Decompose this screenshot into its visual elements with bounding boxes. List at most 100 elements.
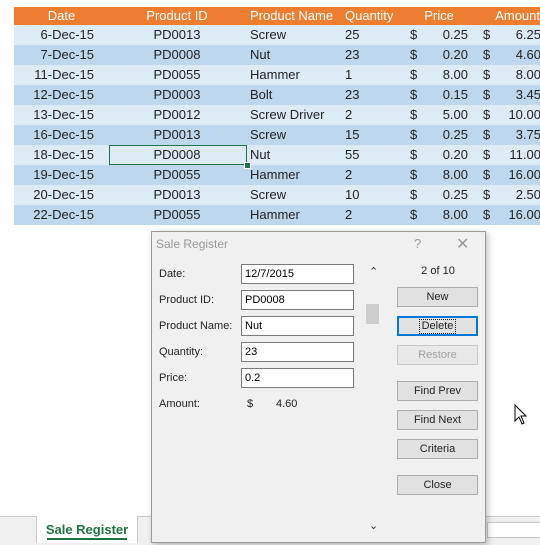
cell-date[interactable]: 12-Dec-15 (14, 85, 94, 105)
cell-amount-currency[interactable]: $ (483, 105, 490, 125)
cell-date[interactable]: 19-Dec-15 (14, 165, 94, 185)
header-product-id[interactable]: Product ID (112, 7, 242, 25)
scroll-up-icon[interactable]: ⌃ (369, 265, 378, 278)
record-scrollbar[interactable]: ⌃ ⌄ (364, 265, 382, 537)
cell-product-id[interactable]: PD0012 (112, 105, 242, 125)
cell-amount[interactable]: 8.00 (491, 65, 540, 85)
cell-price-currency[interactable]: $ (410, 65, 417, 85)
cell-amount-currency[interactable]: $ (483, 125, 490, 145)
cell-product-id[interactable]: PD0013 (112, 125, 242, 145)
sheet-tab-sale-register[interactable]: Sale Register (36, 516, 138, 543)
cell-product-name[interactable]: Bolt (250, 85, 272, 105)
cell-amount-currency[interactable]: $ (483, 165, 490, 185)
active-cell-selection[interactable] (109, 145, 247, 165)
date-field[interactable] (241, 264, 354, 284)
product-id-field[interactable] (241, 290, 354, 310)
cell-quantity[interactable]: 15 (345, 125, 359, 145)
cell-amount[interactable]: 11.00 (491, 145, 540, 165)
cell-product-name[interactable]: Hammer (250, 165, 300, 185)
cell-amount[interactable]: 3.75 (491, 125, 540, 145)
cell-product-id[interactable]: PD0013 (112, 185, 242, 205)
cell-product-name[interactable]: Nut (250, 45, 270, 65)
cell-product-id[interactable]: PD0013 (112, 25, 242, 45)
cell-quantity[interactable]: 23 (345, 45, 359, 65)
quantity-field[interactable] (241, 342, 354, 362)
cell-price[interactable]: 0.20 (418, 145, 468, 165)
cell-amount-currency[interactable]: $ (483, 45, 490, 65)
fill-handle[interactable] (244, 162, 251, 169)
cell-quantity[interactable]: 10 (345, 185, 359, 205)
cell-amount[interactable]: 2.50 (491, 185, 540, 205)
cell-product-name[interactable]: Hammer (250, 65, 300, 85)
header-product-name[interactable]: Product Name (250, 7, 333, 25)
cell-price[interactable]: 0.25 (418, 25, 468, 45)
cell-amount-currency[interactable]: $ (483, 145, 490, 165)
header-price[interactable]: Price (410, 7, 468, 25)
cell-amount-currency[interactable]: $ (483, 205, 490, 225)
cell-product-name[interactable]: Screw Driver (250, 105, 324, 125)
cell-product-id[interactable]: PD0055 (112, 65, 242, 85)
product-name-field[interactable] (241, 316, 354, 336)
cell-product-name[interactable]: Screw (250, 125, 286, 145)
find-prev-button[interactable]: Find Prev (397, 381, 478, 401)
header-date[interactable]: Date (14, 7, 109, 25)
cell-price-currency[interactable]: $ (410, 145, 417, 165)
cell-product-name[interactable]: Screw (250, 185, 286, 205)
restore-button[interactable]: Restore (397, 345, 478, 365)
cell-product-name[interactable]: Hammer (250, 205, 300, 225)
cell-price[interactable]: 8.00 (418, 65, 468, 85)
cell-date[interactable]: 20-Dec-15 (14, 185, 94, 205)
cell-price[interactable]: 0.25 (418, 125, 468, 145)
header-quantity[interactable]: Quantity (345, 7, 393, 25)
cell-date[interactable]: 13-Dec-15 (14, 105, 94, 125)
cell-date[interactable]: 11-Dec-15 (14, 65, 94, 85)
cell-price-currency[interactable]: $ (410, 185, 417, 205)
cell-price[interactable]: 8.00 (418, 205, 468, 225)
cell-amount[interactable]: 16.00 (491, 205, 540, 225)
new-button[interactable]: New (397, 287, 478, 307)
cell-amount[interactable]: 16.00 (491, 165, 540, 185)
cell-amount-currency[interactable]: $ (483, 85, 490, 105)
cell-price-currency[interactable]: $ (410, 205, 417, 225)
cell-product-name[interactable]: Nut (250, 145, 270, 165)
help-icon[interactable]: ? (414, 236, 421, 251)
cell-price[interactable]: 8.00 (418, 165, 468, 185)
delete-button[interactable]: Delete (397, 316, 478, 336)
cell-amount-currency[interactable]: $ (483, 185, 490, 205)
cell-amount[interactable]: 3.45 (491, 85, 540, 105)
cell-amount[interactable]: 6.25 (491, 25, 540, 45)
close-icon[interactable]: ✕ (456, 234, 469, 254)
cell-amount-currency[interactable]: $ (483, 65, 490, 85)
cell-quantity[interactable]: 55 (345, 145, 359, 165)
cell-amount[interactable]: 4.60 (491, 45, 540, 65)
cell-price-currency[interactable]: $ (410, 25, 417, 45)
cell-price-currency[interactable]: $ (410, 45, 417, 65)
cell-quantity[interactable]: 2 (345, 165, 352, 185)
price-field[interactable] (241, 368, 354, 388)
cell-price[interactable]: 0.15 (418, 85, 468, 105)
scroll-down-icon[interactable]: ⌄ (369, 519, 378, 532)
find-next-button[interactable]: Find Next (397, 410, 478, 430)
cell-quantity[interactable]: 2 (345, 205, 352, 225)
cell-price[interactable]: 0.25 (418, 185, 468, 205)
cell-date[interactable]: 16-Dec-15 (14, 125, 94, 145)
cell-product-id[interactable]: PD0008 (112, 45, 242, 65)
cell-price-currency[interactable]: $ (410, 165, 417, 185)
close-button[interactable]: Close (397, 475, 478, 495)
header-amount[interactable]: Amount (480, 7, 540, 25)
cell-price[interactable]: 5.00 (418, 105, 468, 125)
cell-date[interactable]: 22-Dec-15 (14, 205, 94, 225)
scroll-thumb[interactable] (366, 304, 379, 324)
cell-price[interactable]: 0.20 (418, 45, 468, 65)
horizontal-scrollbar[interactable] (487, 522, 540, 538)
cell-date[interactable]: 6-Dec-15 (14, 25, 94, 45)
cell-date[interactable]: 18-Dec-15 (14, 145, 94, 165)
cell-product-name[interactable]: Screw (250, 25, 286, 45)
cell-price-currency[interactable]: $ (410, 105, 417, 125)
cell-amount[interactable]: 10.00 (491, 105, 540, 125)
cell-price-currency[interactable]: $ (410, 125, 417, 145)
cell-quantity[interactable]: 1 (345, 65, 352, 85)
cell-date[interactable]: 7-Dec-15 (14, 45, 94, 65)
cell-price-currency[interactable]: $ (410, 85, 417, 105)
cell-quantity[interactable]: 25 (345, 25, 359, 45)
